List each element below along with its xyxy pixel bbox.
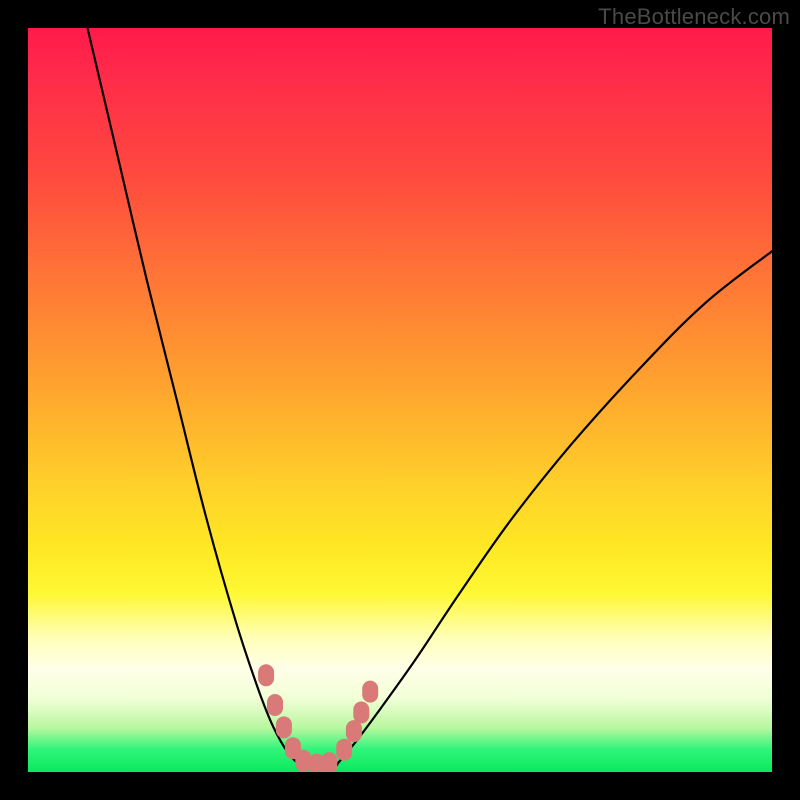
trough-marker [321,752,337,772]
plot-area [28,28,772,772]
trough-markers [28,28,772,772]
trough-marker [353,702,369,724]
trough-marker [346,720,362,742]
trough-marker [362,681,378,703]
trough-marker [267,694,283,716]
trough-marker [276,716,292,738]
chart-frame: TheBottleneck.com [0,0,800,800]
watermark-label: TheBottleneck.com [598,4,790,30]
marker-group [258,664,378,772]
trough-marker [258,664,274,686]
trough-marker [336,739,352,761]
